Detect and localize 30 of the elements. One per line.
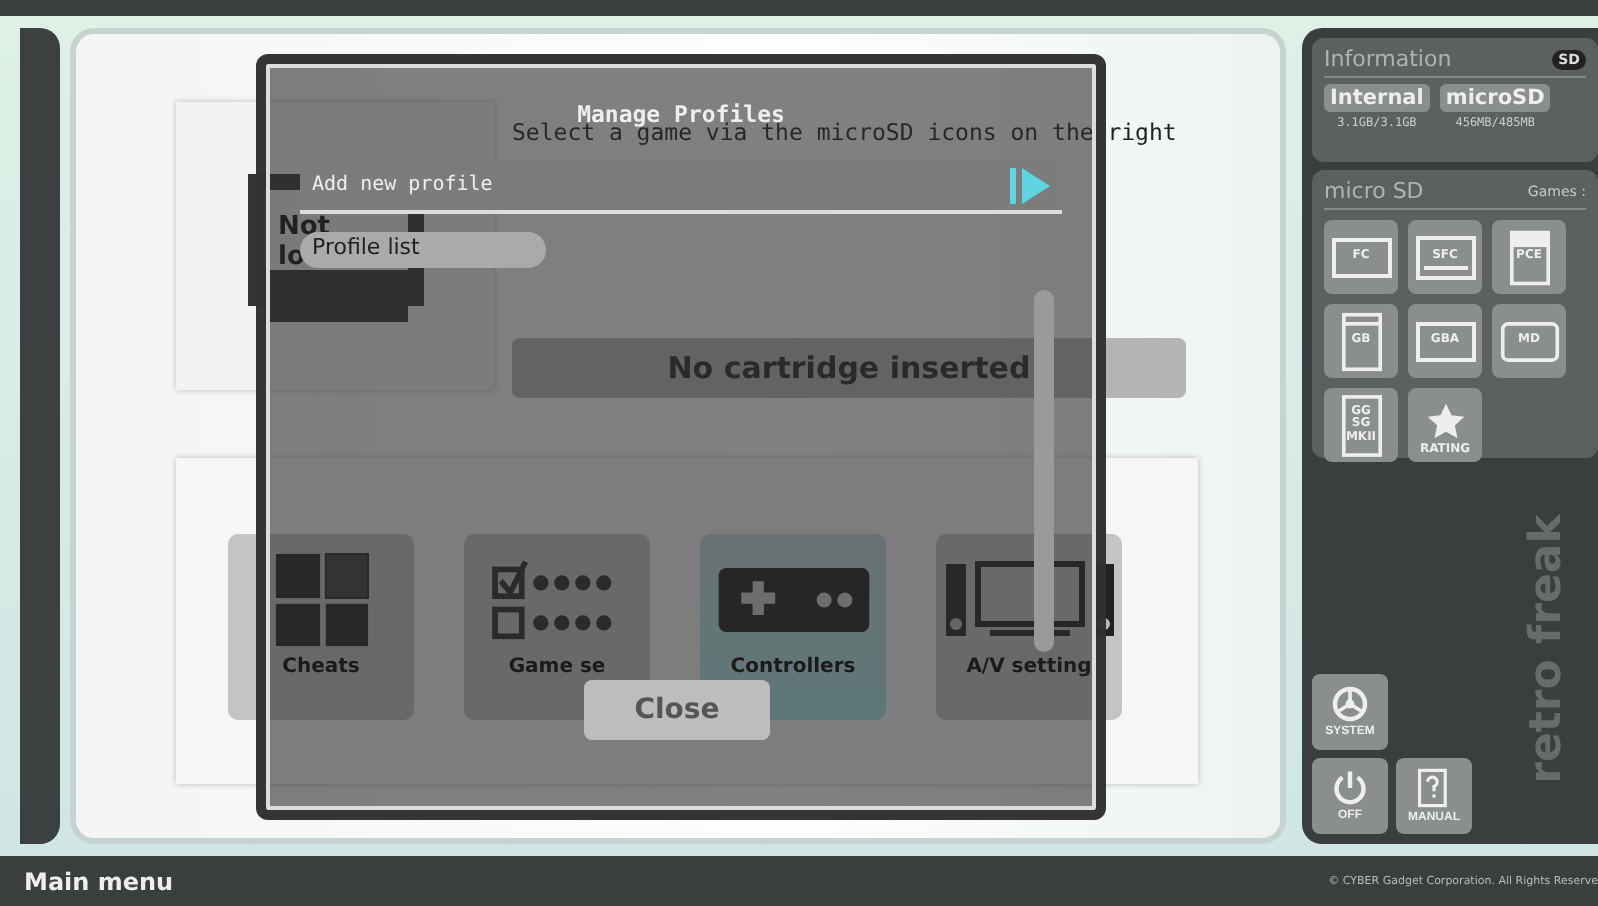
cartridge-icon xyxy=(1341,393,1381,457)
star-icon xyxy=(1425,401,1465,441)
screen-title: Main menu xyxy=(24,867,174,895)
cartridge-icon xyxy=(1331,237,1391,277)
storage-badge: Internal xyxy=(1324,84,1430,112)
tv-speakers-icon xyxy=(945,560,1113,640)
grid-icon xyxy=(273,552,369,648)
menu-item[interactable]: Add new profile xyxy=(300,160,1062,214)
cartridge-icon xyxy=(1415,235,1475,279)
tile-label: Cheats xyxy=(282,656,360,678)
tile-label: Game se xyxy=(508,656,606,678)
cartridge-icon xyxy=(1341,311,1381,371)
microsd-title: micro SD xyxy=(1324,178,1424,204)
menu-item[interactable]: Profile list xyxy=(300,232,546,268)
cartridge-icon xyxy=(1415,321,1475,361)
cartridge-icon xyxy=(1499,321,1559,361)
close-button[interactable]: Close xyxy=(584,680,770,740)
power-icon xyxy=(1332,770,1368,806)
tile-label: A/V setting xyxy=(966,656,1092,678)
book-icon xyxy=(1418,768,1450,808)
cartridge-status: No cartridge inserted xyxy=(512,338,1186,398)
cartridge-icon xyxy=(1509,229,1549,285)
information-title: Information xyxy=(1324,46,1452,72)
scrollbar[interactable] xyxy=(1034,290,1054,652)
tile-label: Controllers xyxy=(730,656,856,678)
menu-tile[interactable]: Cheats xyxy=(228,534,414,720)
menu-tile[interactable]: A/V setting xyxy=(936,534,1122,720)
storage-badge: microSD xyxy=(1439,84,1551,112)
play-icon xyxy=(1010,167,1050,203)
gamepad-icon xyxy=(717,568,869,632)
